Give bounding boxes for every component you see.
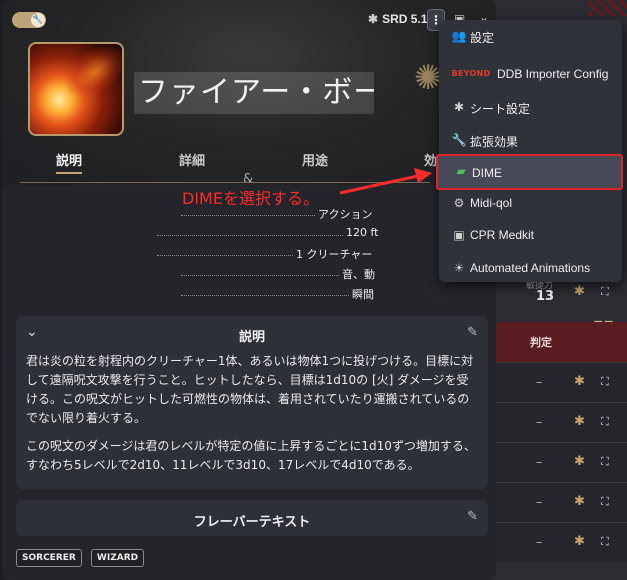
table-row[interactable]: – ✱ ⛶ <box>488 482 627 522</box>
menu-item-dime[interactable]: ▰ DIME <box>436 154 623 190</box>
description-panel-title: 説明 <box>238 330 265 345</box>
ability-value: 13 <box>536 289 555 304</box>
spell-sheet: 🔧 ✱SRD 5.1 ⋮ ▣ ⌄ ファイアー・ボール ✺ 説明 詳細 用途 効果… <box>2 0 496 580</box>
description-panel: ⌄ 説明 ✎ 君は炎の粒を射程内のクリーチャー1体、あるいは物体1つに投げつける… <box>16 316 488 489</box>
tab-details[interactable]: 詳細 <box>179 150 205 169</box>
table-row[interactable]: – ✱ ⛶ <box>488 522 627 562</box>
tab-bar: 説明 詳細 用途 効果 <box>2 150 496 174</box>
feather-icon[interactable]: ✎ <box>467 325 478 340</box>
table-row[interactable]: – ✱ ⛶ <box>488 402 627 442</box>
annotation-text: DIMEを選択する。 <box>182 189 319 208</box>
expand-icon[interactable]: ⛶ <box>601 495 609 509</box>
expand-icon[interactable]: ⛶ <box>601 375 609 389</box>
medkit-icon: ▣ <box>453 228 465 242</box>
gears-icon: ⚙ <box>453 196 465 210</box>
spell-image[interactable] <box>28 42 124 136</box>
animation-icon: ☀ <box>453 261 465 275</box>
wrench-icon: 🔧 <box>451 133 467 147</box>
expand-icon[interactable]: ⛶ <box>601 455 609 469</box>
description-paragraph: 君は炎の粒を射程内のクリーチャー1体、あるいは物体1つに投げつける。目標に対して… <box>26 354 474 425</box>
menu-item-midi-qol[interactable]: ⚙ Midi-qol <box>439 188 622 218</box>
flavor-panel-header[interactable]: フレーバーテキスト ✎ <box>16 500 488 534</box>
expand-icon[interactable]: ⛶ <box>601 535 609 549</box>
class-tag: WIZARD <box>90 549 145 567</box>
dime-icon: ▰ <box>456 164 466 178</box>
class-tag: SORCERER <box>16 549 82 567</box>
class-tags: SORCERER WIZARD <box>16 545 148 567</box>
column-header <box>488 322 627 362</box>
gear-icon[interactable]: ✱ <box>574 374 585 389</box>
column-header-label: 判定 <box>530 336 552 349</box>
gear-icon[interactable]: ✱ <box>574 454 585 469</box>
tab-description[interactable]: 説明 <box>56 150 83 174</box>
flavor-panel: フレーバーテキスト ✎ <box>16 500 488 536</box>
dnd-beyond-logo: BEYOND <box>451 69 491 78</box>
spell-title: ファイアー・ボール <box>138 75 374 110</box>
gear-icon[interactable]: ✱ <box>574 494 585 509</box>
source-label[interactable]: ✱ SRD 5.1 <box>368 12 427 26</box>
expand-icon[interactable]: ⛶ <box>601 285 609 299</box>
background-decoration <box>588 0 627 16</box>
expand-icon[interactable]: ⛶ <box>601 415 609 429</box>
menu-item-extensions[interactable]: 🔧 拡張効果 <box>439 125 622 155</box>
gear-icon: ✱ <box>453 100 465 114</box>
wrench-icon: 🔧 <box>31 13 45 27</box>
menu-item-settings[interactable]: 👥 設定 <box>439 21 622 51</box>
tab-activities[interactable]: 用途 <box>302 150 328 169</box>
description-text: 君は炎の粒を射程内のクリーチャー1体、あるいは物体1つに投げつける。目標に対して… <box>26 352 478 475</box>
options-menu: 👥 設定 BEYOND DDB Importer Config ✱ シート設定 … <box>436 20 623 283</box>
table-row[interactable]: – ✱ ⛶ <box>488 362 627 402</box>
gear-icon[interactable]: ✱ <box>574 534 585 549</box>
menu-item-cpr-medkit[interactable]: ▣ CPR Medkit <box>439 220 622 250</box>
flavor-panel-title: フレーバーテキスト <box>193 515 311 530</box>
description-paragraph: この呪文のダメージは君のレベルが特定の値に上昇するごとに1d10ずつ増加する、す… <box>26 439 476 472</box>
table-row[interactable]: – ✱ ⛶ <box>488 442 627 482</box>
edit-mode-toggle[interactable]: 🔧 <box>12 12 46 28</box>
gear-icon[interactable]: ✱ <box>574 284 585 299</box>
feather-icon[interactable]: ✎ <box>467 509 478 524</box>
description-panel-header[interactable]: ⌄ 説明 ✎ <box>16 316 488 350</box>
users-icon: 👥 <box>451 29 467 43</box>
spell-name-field[interactable]: ファイアー・ボール <box>134 72 374 114</box>
gear-icon: ✱ <box>368 12 379 26</box>
menu-item-sheet-settings[interactable]: ✱ シート設定 <box>439 92 622 122</box>
menu-item-ddb-importer[interactable]: BEYOND DDB Importer Config <box>439 59 622 89</box>
gear-icon[interactable]: ✱ <box>574 414 585 429</box>
menu-item-automated-animations[interactable]: ☀ Automated Animations <box>439 253 622 283</box>
divider <box>20 182 430 183</box>
